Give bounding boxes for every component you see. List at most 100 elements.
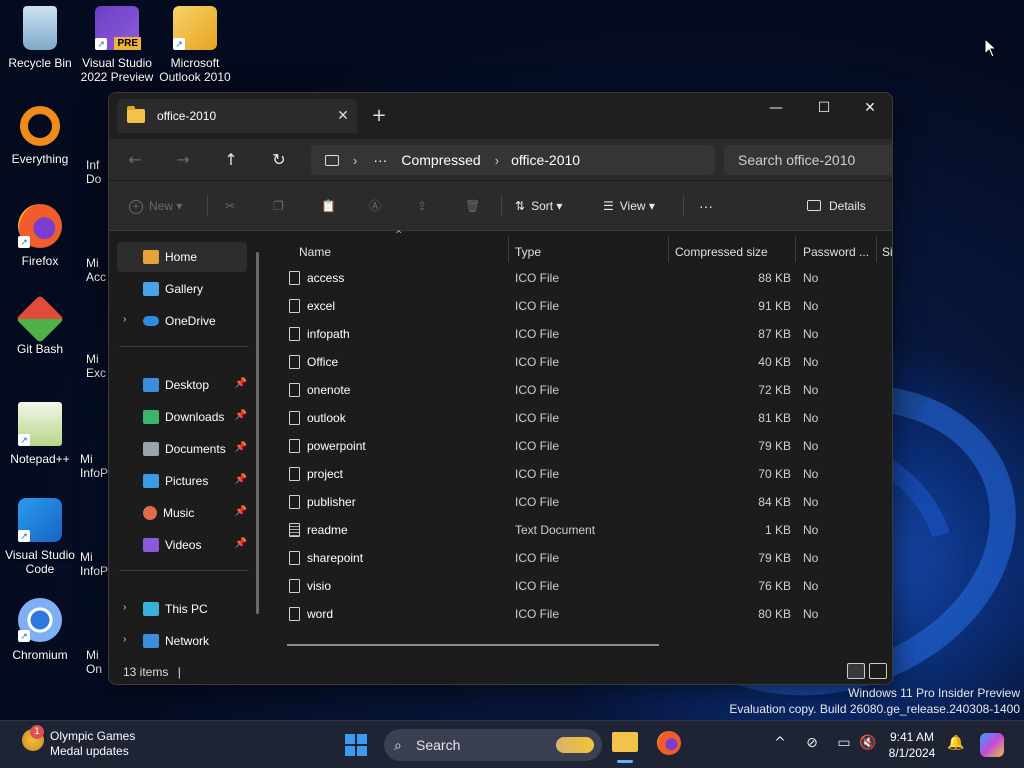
pin-icon[interactable]: 📌 <box>235 506 247 517</box>
desktop-icon-outlook-2010[interactable]: ↗ Microsoft Outlook 2010 <box>155 6 235 84</box>
desktop-icon-partial[interactable]: Mi InfoP <box>80 452 110 480</box>
clock[interactable]: 9:41 AM 8/1/2024 <box>880 729 944 761</box>
desktop-icon-recycle-bin[interactable]: Recycle Bin <box>0 6 80 70</box>
up-button[interactable]: ↑ <box>215 147 247 173</box>
delete-icon[interactable]: 🗑 <box>465 193 480 219</box>
table-row[interactable]: access ICO File 88 KB No <box>285 264 885 292</box>
chevron-right-icon[interactable]: › <box>123 634 126 645</box>
back-button[interactable]: ← <box>119 147 151 173</box>
desktop-icon-vscode[interactable]: ↗ Visual Studio Code <box>0 498 80 576</box>
taskbar-search[interactable]: ⌕ Search <box>384 729 602 761</box>
desktop-icon-partial[interactable]: Mi InfoP <box>80 550 110 578</box>
breadcrumb-separator[interactable]: › <box>495 153 499 168</box>
show-hidden-icons-button[interactable]: ^ <box>770 735 790 751</box>
network-status-icon[interactable]: ⊘ <box>802 735 822 751</box>
table-row[interactable]: publisher ICO File 84 KB No <box>285 488 885 516</box>
copilot-icon[interactable] <box>980 733 1004 757</box>
desktop-icon-visual-studio-2022[interactable]: ↗ PRE Visual Studio 2022 Preview <box>77 6 157 84</box>
column-divider[interactable] <box>795 236 796 262</box>
taskbar-firefox-icon[interactable] <box>657 731 681 755</box>
table-row[interactable]: visio ICO File 76 KB No <box>285 572 885 600</box>
sidebar-item-downloads[interactable]: Downloads 📌 <box>117 402 247 432</box>
desktop-icon-git-bash[interactable]: Git Bash <box>0 294 80 356</box>
desktop-icon-chromium[interactable]: ↗ Chromium <box>0 598 80 662</box>
column-divider[interactable] <box>668 236 669 262</box>
taskbar-file-explorer[interactable] <box>612 729 638 763</box>
table-row[interactable]: Office ICO File 40 KB No <box>285 348 885 376</box>
table-row[interactable]: powerpoint ICO File 79 KB No <box>285 432 885 460</box>
table-row[interactable]: readme Text Document 1 KB No <box>285 516 885 544</box>
chevron-right-icon[interactable]: › <box>123 314 126 325</box>
breadcrumb-more-button[interactable]: ··· <box>373 152 387 168</box>
sidebar-item-documents[interactable]: Documents 📌 <box>117 434 247 464</box>
details-pane-button[interactable]: Details <box>807 193 866 219</box>
column-header-name[interactable]: Name <box>299 240 331 264</box>
refresh-button[interactable]: ↻ <box>263 147 295 173</box>
table-row[interactable]: onenote ICO File 72 KB No <box>285 376 885 404</box>
table-row[interactable]: excel ICO File 91 KB No <box>285 292 885 320</box>
pin-icon[interactable]: 📌 <box>235 410 247 421</box>
volume-muted-icon[interactable]: 🔇 <box>858 735 878 751</box>
rename-icon[interactable]: Ⓐ <box>369 193 381 219</box>
desktop-icon-partial[interactable]: Mi On <box>86 648 108 676</box>
desktop-icon-everything[interactable]: Everything <box>0 106 80 166</box>
news-badge: 1 <box>30 725 44 739</box>
large-icons-view-toggle-icon[interactable] <box>869 663 887 679</box>
details-view-toggle-icon[interactable] <box>847 663 865 679</box>
cut-icon[interactable]: ✂ <box>225 193 235 219</box>
close-button[interactable]: ✕ <box>847 93 892 123</box>
start-button[interactable] <box>344 733 368 757</box>
news-widget[interactable]: Olympic Games Medal updates <box>50 729 135 759</box>
sidebar-item-network[interactable]: › Network <box>117 626 247 656</box>
table-row[interactable]: outlook ICO File 81 KB No <box>285 404 885 432</box>
pin-icon[interactable]: 📌 <box>235 378 247 389</box>
tab-office-2010[interactable]: office-2010 ✕ <box>117 99 357 133</box>
view-button[interactable]: ☰ View ▾ <box>603 193 655 219</box>
sidebar-item-this-pc[interactable]: › This PC <box>117 594 247 624</box>
more-options-button[interactable]: ··· <box>699 193 713 219</box>
sidebar-item-desktop[interactable]: Desktop 📌 <box>117 370 247 400</box>
sidebar-item-onedrive[interactable]: › OneDrive <box>117 306 247 336</box>
chevron-right-icon[interactable]: › <box>123 602 126 613</box>
desktop-icon-firefox[interactable]: ↗ Firefox <box>0 204 80 268</box>
column-header-compressed-size[interactable]: Compressed size <box>675 240 768 264</box>
sidebar-item-gallery[interactable]: Gallery <box>117 274 247 304</box>
sidebar-item-pictures[interactable]: Pictures 📌 <box>117 466 247 496</box>
notification-bell-icon[interactable]: 🔔 <box>946 735 966 751</box>
copy-icon[interactable]: ❐ <box>273 193 284 219</box>
sort-button[interactable]: ⇅ Sort ▾ <box>515 193 562 219</box>
forward-button[interactable]: → <box>167 147 199 173</box>
breadcrumb-office-2010[interactable]: office-2010 <box>511 152 580 168</box>
search-input[interactable]: Search office-2010 <box>724 145 892 175</box>
sidebar-scrollbar[interactable] <box>256 252 259 614</box>
pin-icon[interactable]: 📌 <box>235 474 247 485</box>
pin-icon[interactable]: 📌 <box>235 442 247 453</box>
new-tab-button[interactable]: + <box>367 105 391 126</box>
paste-icon[interactable]: 📋 <box>321 193 336 219</box>
table-row[interactable]: infopath ICO File 87 KB No <box>285 320 885 348</box>
column-header-password[interactable]: Password ... <box>803 240 869 264</box>
breadcrumb-compressed[interactable]: Compressed <box>401 152 480 168</box>
table-row[interactable]: word ICO File 80 KB No <box>285 600 885 628</box>
maximize-button[interactable]: ☐ <box>801 93 847 123</box>
desktop-icon-label: Notepad++ <box>10 452 70 466</box>
column-divider[interactable] <box>508 236 509 262</box>
table-row[interactable]: project ICO File 70 KB No <box>285 460 885 488</box>
breadcrumb-separator[interactable]: › <box>353 153 357 168</box>
column-header-type[interactable]: Type <box>515 240 541 264</box>
sidebar-item-music[interactable]: Music 📌 <box>117 498 247 528</box>
desktop-icon-notepad-plus-plus[interactable]: ↗ Notepad++ <box>0 402 80 466</box>
table-row[interactable]: sharepoint ICO File 79 KB No <box>285 544 885 572</box>
pin-icon[interactable]: 📌 <box>235 538 247 549</box>
column-divider[interactable] <box>876 236 877 262</box>
sidebar-item-videos[interactable]: Videos 📌 <box>117 530 247 560</box>
share-icon[interactable]: ⇪ <box>417 193 427 219</box>
new-button[interactable]: + New ▾ <box>129 193 182 219</box>
horizontal-scrollbar[interactable] <box>287 644 659 646</box>
sidebar-item-home[interactable]: Home <box>117 242 247 272</box>
column-header-size[interactable]: Si <box>882 240 892 264</box>
tab-close-icon[interactable]: ✕ <box>329 108 357 124</box>
address-bar[interactable]: › ··· Compressed › office-2010 <box>311 145 715 175</box>
minimize-button[interactable]: — <box>753 93 799 123</box>
display-icon[interactable]: ▭ <box>834 735 854 751</box>
